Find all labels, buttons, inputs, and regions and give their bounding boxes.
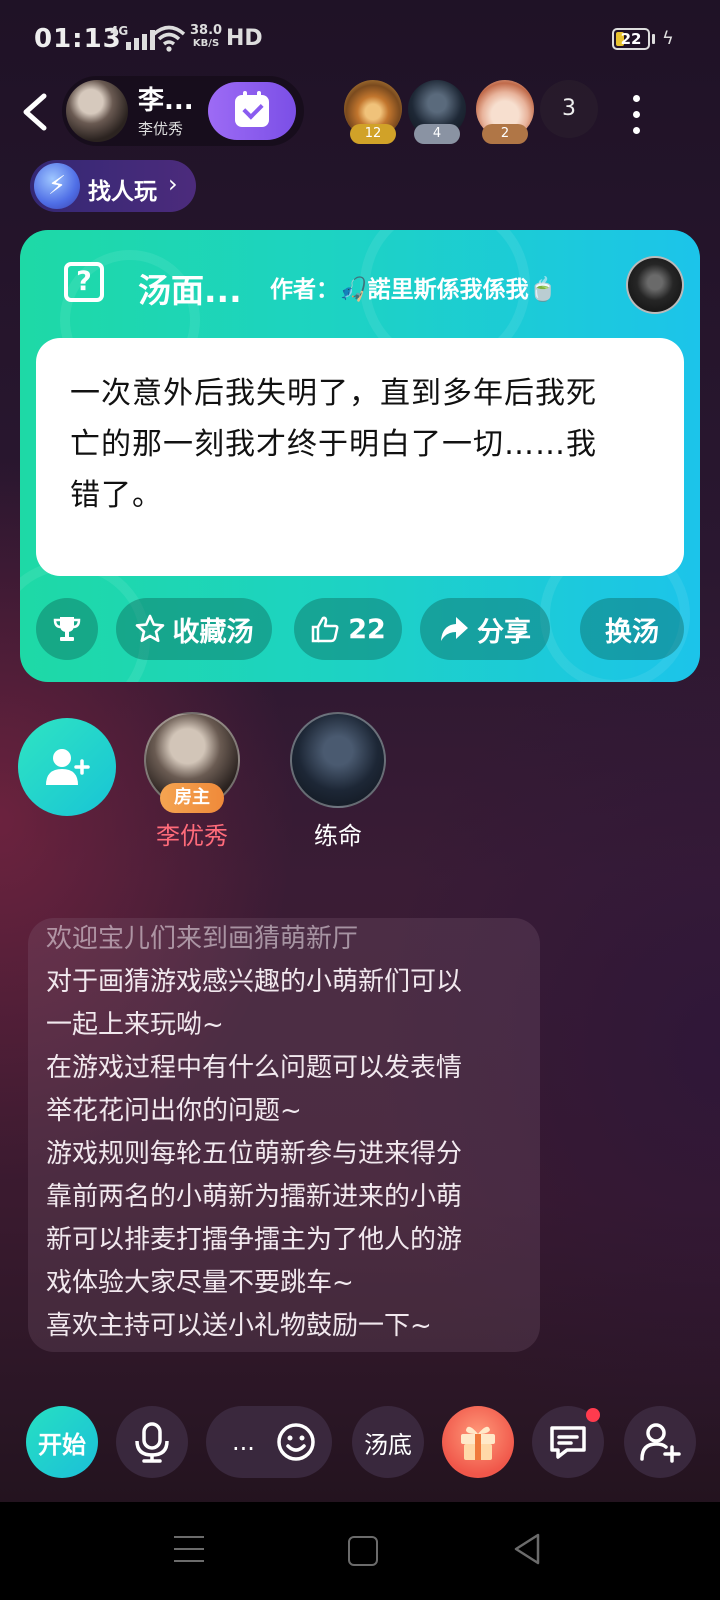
share-label: 分享 bbox=[477, 616, 531, 648]
change-soup-label: 换汤 bbox=[605, 616, 659, 648]
soup-answer-button[interactable]: 汤底 bbox=[352, 1406, 424, 1478]
viewer-avatar[interactable]: 12 bbox=[344, 80, 402, 144]
favorite-soup-button[interactable]: 收藏汤 bbox=[116, 598, 272, 660]
share-arrow-icon bbox=[441, 617, 468, 641]
puzzle-line: 错了。 bbox=[70, 478, 163, 513]
add-friend-button[interactable] bbox=[624, 1406, 696, 1478]
nav-back-icon[interactable] bbox=[512, 1532, 542, 1566]
battery-level: 22 bbox=[620, 30, 642, 48]
message-icon bbox=[550, 1426, 586, 1459]
invite-seat-button[interactable] bbox=[18, 718, 116, 816]
checkin-calendar-icon bbox=[235, 91, 269, 127]
gift-button[interactable] bbox=[442, 1406, 514, 1478]
add-user-icon bbox=[46, 749, 90, 785]
chat-input-button[interactable]: ... bbox=[206, 1406, 332, 1478]
trophy-icon bbox=[53, 617, 81, 641]
room-announcement: 欢迎宝儿们来到画猜萌新厅 对于画猜游戏感兴趣的小萌新们可以 一起上来玩呦~ 在游… bbox=[28, 918, 540, 1352]
viewer-count-button[interactable]: 3 bbox=[540, 80, 598, 138]
puzzle-line: 亡的那一刻我才终于明白了一切……我 bbox=[70, 427, 597, 462]
question-icon: ? bbox=[64, 262, 104, 302]
change-soup-button[interactable]: 换汤 bbox=[580, 598, 684, 660]
status-time: 01:13 bbox=[34, 24, 122, 54]
unread-dot bbox=[586, 1408, 600, 1422]
star-icon bbox=[135, 614, 164, 643]
back-arrow-icon[interactable] bbox=[18, 92, 54, 132]
charging-icon: ϟ bbox=[662, 28, 674, 49]
checkin-button[interactable] bbox=[208, 82, 296, 140]
announcement-line: 喜欢主持可以送小礼物鼓励一下~ bbox=[46, 1311, 432, 1341]
gift-icon bbox=[461, 1426, 495, 1460]
host-badge: 房主 bbox=[160, 783, 224, 813]
host-avatar[interactable] bbox=[66, 80, 128, 142]
favorite-label: 收藏汤 bbox=[172, 616, 254, 648]
battery-cap bbox=[652, 34, 655, 44]
hd-indicator: HD bbox=[226, 26, 263, 51]
more-vertical-icon[interactable] bbox=[624, 90, 648, 136]
seat-name-host: 李优秀 bbox=[156, 822, 228, 850]
status-bar: 01:13 4G 38.0 KB/S HD 22 ϟ bbox=[0, 0, 720, 80]
add-friend-icon bbox=[640, 1423, 681, 1463]
speed-value: 38.0 bbox=[190, 23, 223, 38]
announcement-line: 戏体验大家尽量不要跳车~ bbox=[46, 1268, 354, 1298]
soup-author[interactable]: 作者：🎣諾里斯係我係我🍵 bbox=[270, 270, 557, 304]
announcement-line: 靠前两名的小萌新为擂新进来的小萌 bbox=[46, 1182, 463, 1212]
seat-avatar[interactable] bbox=[290, 712, 386, 808]
recent-apps-icon[interactable] bbox=[174, 1536, 204, 1572]
mic-icon bbox=[135, 1422, 169, 1463]
speed-unit: KB/S bbox=[192, 38, 220, 49]
like-count: 22 bbox=[348, 613, 386, 645]
signal-icon bbox=[126, 28, 155, 50]
seat-name: 练命 bbox=[314, 822, 362, 850]
network-speed: 38.0 KB/S bbox=[190, 24, 222, 50]
announcement-line: 在游戏过程中有什么问题可以发表情 bbox=[46, 1053, 463, 1083]
start-game-button[interactable]: 开始 bbox=[26, 1406, 98, 1478]
viewer-avatar[interactable]: 2 bbox=[476, 80, 534, 144]
announcement-line: 游戏规则每轮五位萌新参与进来得分 bbox=[46, 1139, 463, 1169]
announcement-line: 欢迎宝儿们来到画猜萌新厅 bbox=[46, 924, 359, 954]
home-icon[interactable] bbox=[348, 1536, 378, 1566]
viewer-rank: 2 bbox=[482, 124, 528, 144]
emoji-icon[interactable] bbox=[276, 1422, 316, 1462]
soup-title: 汤面... bbox=[138, 271, 242, 310]
host-subtitle: 李优秀 bbox=[138, 120, 184, 138]
viewer-avatar[interactable]: 4 bbox=[408, 80, 466, 144]
author-avatar[interactable] bbox=[626, 256, 684, 314]
puzzle-line: 一次意外后我失明了，直到多年后我死 bbox=[70, 376, 597, 411]
share-button[interactable]: 分享 bbox=[420, 598, 550, 660]
announcement-line: 对于画猜游戏感兴趣的小萌新们可以 bbox=[46, 967, 463, 997]
mic-button[interactable] bbox=[116, 1406, 188, 1478]
like-button[interactable]: 22 bbox=[294, 598, 402, 660]
messages-button[interactable] bbox=[532, 1406, 604, 1478]
battery-icon: 22 bbox=[612, 28, 650, 50]
chevron-right-icon: › bbox=[168, 170, 178, 198]
find-players-label: 找人玩 bbox=[88, 179, 157, 205]
thumbs-up-icon bbox=[311, 616, 339, 643]
wifi-icon bbox=[152, 25, 186, 52]
leaderboard-button[interactable] bbox=[36, 598, 98, 660]
announcement-line: 新可以排麦打擂争擂主为了他人的游 bbox=[46, 1225, 463, 1255]
soup-puzzle-text: 一次意外后我失明了，直到多年后我死 亡的那一刻我才终于明白了一切……我 错了。 bbox=[36, 338, 684, 576]
lightning-icon: ⚡ bbox=[34, 163, 80, 209]
viewer-rank: 12 bbox=[350, 124, 396, 144]
announcement-line: 一起上来玩呦~ bbox=[46, 1010, 224, 1040]
host-name: 李... bbox=[138, 86, 194, 116]
chat-placeholder: ... bbox=[232, 1428, 255, 1456]
viewer-rank: 4 bbox=[414, 124, 460, 144]
announcement-line: 举花花问出你的问题~ bbox=[46, 1096, 302, 1126]
